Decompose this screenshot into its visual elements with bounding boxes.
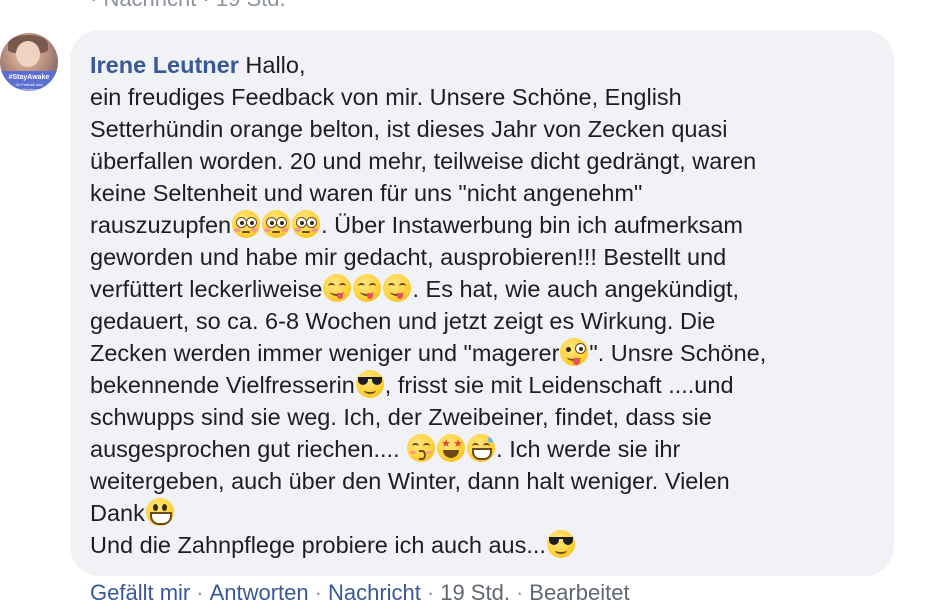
comment-line: Irene Leutner Hallo, [90,49,890,81]
sunglasses-face-emoji-icon [546,530,575,558]
grinning-face-emoji-icon [145,498,174,526]
yum-face-emoji-icon [353,274,382,302]
comment-text-segment: ausgesprochen gut riechen.... [90,436,407,462]
comment-line: rauszuzupfen . Über Instawerbung bin ich … [90,209,890,241]
comment-line: bekennende Vielfresserin , frisst sie mit… [90,369,890,401]
star-struck-face-emoji-icon: ★ ★ [437,434,466,462]
previous-comment-actions: · Nachricht · 19 Std. [90,0,286,10]
comment-text-segment: geworden und habe mir gedacht, ausprobie… [90,244,727,270]
avatar[interactable]: #StayAwake für Freiheit und Selbstbestim… [0,33,58,91]
comment-line: weitergeben, auch über den Winter, dann … [90,465,890,497]
avatar-badge: #StayAwake für Freiheit und Selbstbestim… [0,71,58,91]
comment-text-segment: schwupps sind sie weg. Ich, der Zweibein… [90,404,712,430]
separator: · [426,580,435,605]
separator: · [196,580,204,605]
edited-label: Bearbeitet [529,580,630,605]
separator: · [515,580,524,605]
flushed-face-emoji-icon [292,210,321,238]
comment-line: keine Seltenheit und waren für uns "nich… [90,177,890,209]
comment-line: geworden und habe mir gedacht, ausprobie… [90,241,890,273]
comment-line: ausgesprochen gut riechen.... ★ ★ . Ich we… [90,433,890,465]
comment-text-segment: Hallo, [238,52,306,78]
timestamp[interactable]: 19 Std. [440,580,510,605]
comment-text-segment: . Ich werde sie ihr [496,436,681,462]
zany-face-emoji-icon [560,338,589,366]
comment-text-segment: Und die Zahnpflege probiere ich auch aus… [90,532,546,558]
comment-text-segment: , frisst sie mit Leidenschaft ....und [384,372,734,398]
comment-text-segment: bekennende Vielfresserin [90,372,355,398]
comment-line: überfallen worden. 20 und mehr, teilweis… [90,145,890,177]
comment-line: Zecken werden immer weniger und "magerer… [90,337,890,369]
grinning-sweat-face-emoji-icon [467,434,496,462]
yum-face-emoji-icon [383,274,412,302]
comment-text-segment: gedauert, so ca. 6-8 Wochen und jetzt ze… [90,308,716,334]
avatar-badge-subtext: für Freiheit und Selbstbestimmung [12,82,46,91]
comment-line: verfüttert leckerliweise . Es hat, wie au… [90,273,890,305]
yum-face-emoji-icon [323,274,352,302]
reply-button[interactable]: Antworten [210,580,309,605]
comment-text-segment: weitergeben, auch über den Winter, dann … [90,468,730,494]
message-button[interactable]: Nachricht [328,580,421,605]
comment-text-segment: ". Unsre Schöne, [589,340,767,366]
comment-body: Irene Leutner Hallo, ein freudiges Feedba… [90,49,890,561]
comment-text-segment: Zecken werden immer weniger und "magerer [90,340,560,366]
comment-line: ein freudiges Feedback von mir. Unsere S… [90,81,890,113]
author-name-link[interactable]: Irene Leutner [90,52,239,78]
comment-text-segment: rauszuzupfen [90,212,232,238]
comment-line: schwupps sind sie weg. Ich, der Zweibein… [90,401,890,433]
comment-actions: Gefällt mir · Antworten · Nachricht · 19 Std. ·… [90,580,630,606]
flushed-face-emoji-icon [262,210,291,238]
comment-line: Dank [90,497,890,529]
sunglasses-face-emoji-icon [355,370,384,398]
comment-text-segment: . Es hat, wie auch angekündigt, [412,276,740,302]
comment-text-segment: Setterhündin orange belton, ist dieses J… [90,116,728,142]
comment-line: Setterhündin orange belton, ist dieses J… [90,113,890,145]
comment-line: gedauert, so ca. 6-8 Wochen und jetzt ze… [90,305,890,337]
avatar-badge-text: #StayAwake [8,74,50,81]
comment-line: Und die Zahnpflege probiere ich auch aus… [90,529,890,561]
like-button[interactable]: Gefällt mir [90,580,190,605]
comment-text-segment: ein freudiges Feedback von mir. Unsere S… [90,84,682,110]
comment-text-segment: verfüttert leckerliweise [90,276,323,302]
kissing-face-emoji-icon [407,434,436,462]
flushed-face-emoji-icon [232,210,261,238]
comment-text-segment: . Über Instawerbung bin ich aufmerksam [321,212,743,238]
comment-text-segment: Dank [90,500,145,526]
comment-text-segment: keine Seltenheit und waren für uns "nich… [90,180,643,206]
separator: · [314,580,322,605]
avatar-face [16,41,40,67]
comment-text-segment: überfallen worden. 20 und mehr, teilweis… [90,148,757,174]
comment-thread: · Nachricht · 19 Std. #StayAwake für Fre… [0,0,928,616]
